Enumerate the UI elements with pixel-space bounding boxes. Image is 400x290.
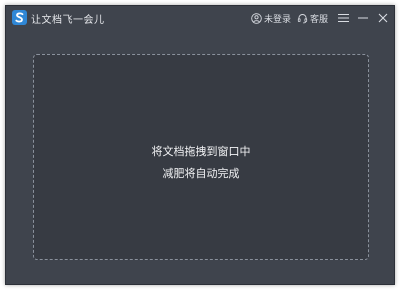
close-icon: [378, 13, 388, 23]
drop-instruction: 将文档拖拽到窗口中: [151, 145, 251, 158]
app-title: 让文档飞一会儿: [31, 15, 105, 26]
close-button[interactable]: [374, 9, 392, 27]
headset-icon: [297, 13, 308, 23]
drop-subtext: 减肥将自动完成: [162, 167, 240, 180]
user-icon: [251, 12, 262, 24]
support-label: 客服: [309, 14, 328, 25]
title-bar[interactable]: 让文档飞一会儿 未登录 客服: [6, 6, 394, 30]
menu-icon: [337, 14, 349, 22]
login-label: 未登录: [263, 14, 291, 25]
minimize-icon: [358, 17, 368, 19]
menu-button[interactable]: [334, 9, 352, 27]
minimize-button[interactable]: [354, 9, 372, 27]
support-button[interactable]: 客服: [297, 12, 328, 25]
app-logo-icon: [12, 10, 27, 25]
login-button[interactable]: 未登录: [251, 12, 291, 25]
app-window: 让文档飞一会儿 未登录 客服 将文档拖拽到窗口中 减肥将自动完成: [5, 5, 395, 285]
file-drop-zone[interactable]: 将文档拖拽到窗口中 减肥将自动完成: [33, 54, 369, 260]
